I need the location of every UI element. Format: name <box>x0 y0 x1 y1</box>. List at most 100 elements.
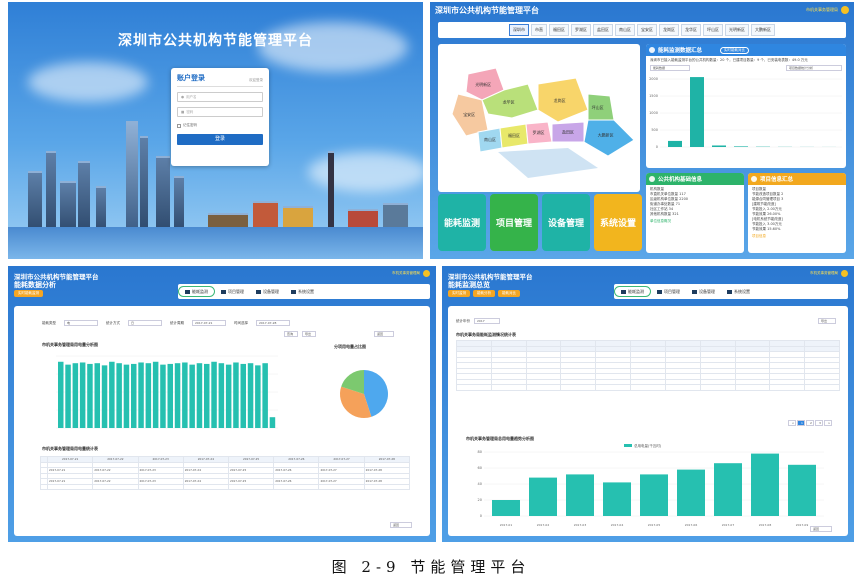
username-field[interactable]: ● 用户名 <box>177 92 263 102</box>
y-tick-label: 1000 <box>649 111 658 115</box>
x-tick-label: 2017-08 <box>759 523 772 527</box>
district-tab[interactable]: 坪山区 <box>703 24 723 36</box>
login-title: 深圳市公共机构节能管理平台 <box>118 33 313 49</box>
pager-button[interactable]: 2 <box>806 420 814 426</box>
district-tabs: 深圳市 市直 福田区 罗湖区 盐田区 南山区 宝安区 龙岗区 龙华区 坪山区 光明新区 大鹏新区 <box>438 22 846 38</box>
pager: <1 2 3 > <box>788 420 832 426</box>
overview-body: 统计年份 2017 导出 市机关事务局能耗监测情况统计表 <1 2 3 > 市机关事务… <box>448 306 848 536</box>
analysis-button[interactable]: 能耗分析 <box>473 290 495 297</box>
nav-tab[interactable]: 能耗监测 <box>614 286 651 297</box>
module-tile[interactable]: 设备管理 <box>542 194 590 251</box>
query-button[interactable]: 查询 <box>284 331 298 337</box>
module-tile[interactable]: 系统设置 <box>594 194 642 251</box>
trend-bar <box>788 464 816 516</box>
nav-tab-label: 项目管理 <box>664 288 680 294</box>
filter-select[interactable]: 电 <box>64 320 98 326</box>
electricity-bar <box>233 362 239 428</box>
electricity-bar <box>225 364 232 428</box>
map-region-label: 南山区 <box>484 136 496 142</box>
realtime-button[interactable]: 实时能耗监测 <box>14 290 43 297</box>
district-tab[interactable]: 盐田区 <box>593 24 613 36</box>
district-tab[interactable]: 光明新区 <box>725 24 749 36</box>
realtime-compare-button[interactable]: 实时能耗对比 <box>720 46 750 54</box>
return-button[interactable]: 返回 <box>374 331 394 337</box>
project-card-title: 项目信息汇总 <box>760 177 794 183</box>
filter-select[interactable]: 2017-07-28 <box>256 320 290 326</box>
table-cell <box>560 384 597 391</box>
project-link[interactable]: 项目信息 <box>748 234 846 239</box>
district-tab[interactable]: 龙华区 <box>681 24 701 36</box>
map-region-label: 罗湖区 <box>533 129 545 135</box>
district-tab[interactable]: 大鹏新区 <box>751 24 775 36</box>
nav-icon <box>256 289 261 294</box>
electricity-bar <box>116 363 122 428</box>
electricity-bar <box>87 363 93 428</box>
info-link[interactable]: 单位信息概况 <box>646 219 744 224</box>
monitor-table <box>456 340 840 391</box>
login-button[interactable]: 登录 <box>177 134 263 145</box>
district-tab[interactable]: 南山区 <box>615 24 635 36</box>
user-label: 市机关事务管理局 <box>392 271 420 275</box>
monitor-card: 能耗监测数据汇总 实时能耗对比 深圳市已接入能耗监测平台的公共机构数量：20 个… <box>646 44 846 168</box>
district-tab[interactable]: 宝安区 <box>637 24 657 36</box>
nav-icon <box>692 289 697 294</box>
nav-tab[interactable]: 系统设置 <box>285 284 320 299</box>
map-region[interactable] <box>583 119 635 157</box>
table-cell <box>456 384 492 391</box>
remember-checkbox[interactable]: 记住密码 <box>177 123 263 128</box>
export-button[interactable]: 导出 <box>302 331 316 337</box>
monitor-bar <box>734 146 748 147</box>
nav-tab[interactable]: 设备管理 <box>686 284 721 299</box>
avatar[interactable] <box>841 6 849 14</box>
table-row <box>39 483 411 490</box>
module-tile-label: 能耗监测 <box>443 219 480 229</box>
pager-button[interactable]: < <box>788 420 796 426</box>
nav-tab[interactable]: 项目管理 <box>215 284 250 299</box>
avatar[interactable] <box>423 270 430 277</box>
electricity-bar <box>145 363 152 428</box>
trend-bar <box>751 453 779 516</box>
user-icon: ● <box>181 95 185 99</box>
trend-bar <box>677 469 705 516</box>
filter-select[interactable]: 2017-07-21 <box>192 320 226 326</box>
module-tile[interactable]: 能耗监测 <box>438 194 486 251</box>
pager-button[interactable]: 3 <box>815 420 823 426</box>
map-region-label: 坪山区 <box>592 104 604 110</box>
table-cell <box>47 483 94 490</box>
avatar[interactable] <box>841 270 848 277</box>
table-cell <box>804 384 840 391</box>
table-title: 市机关事务局能耗监测情况统计表 <box>456 332 516 337</box>
nav-tab-label: 系统设置 <box>298 288 314 294</box>
nav-tab[interactable]: 项目管理 <box>651 284 686 299</box>
export-button[interactable]: 导出 <box>818 318 836 324</box>
compare-button[interactable]: 能耗对比 <box>498 290 520 297</box>
district-tab[interactable]: 市直 <box>531 24 547 36</box>
district-tab[interactable]: 深圳市 <box>509 24 529 36</box>
pager-button[interactable]: 1 <box>797 420 805 426</box>
module-tile[interactable]: 项目管理 <box>490 194 538 251</box>
legend-label: 总用电量(千瓦时) <box>634 443 662 448</box>
map-region-label: 龙华区 <box>503 99 515 105</box>
table-cell <box>769 384 806 391</box>
back-button[interactable]: 返回 <box>390 522 412 528</box>
district-tab[interactable]: 福田区 <box>549 24 569 36</box>
password-field[interactable]: ■ 密码 <box>177 107 263 117</box>
filter-select[interactable]: 日 <box>128 320 162 326</box>
year-select[interactable]: 2017 <box>474 318 500 324</box>
main-nav: 能耗监测 项目管理 设备管理 系统设置 <box>178 284 430 299</box>
trend-bar <box>603 482 631 516</box>
district-tab[interactable]: 罗湖区 <box>571 24 591 36</box>
nav-tab[interactable]: 系统设置 <box>721 284 756 299</box>
realtime-button[interactable]: 实时监测 <box>448 290 470 297</box>
back-button[interactable]: 返回 <box>810 526 832 532</box>
map-region-label: 龙岗区 <box>554 97 566 103</box>
user-label: 市机关事务管理局 <box>810 271 838 275</box>
user-label: 市机关事务管理局 <box>806 7 838 12</box>
nav-tab[interactable]: 能耗监测 <box>178 286 215 297</box>
pager-button[interactable]: > <box>824 420 832 426</box>
bar-chart-title: 市机关事务管理局用电量分析图 <box>42 342 98 347</box>
y-tick-label: 500 <box>651 128 658 132</box>
electricity-bar <box>189 364 195 428</box>
nav-tab[interactable]: 设备管理 <box>250 284 285 299</box>
district-tab[interactable]: 龙岗区 <box>659 24 679 36</box>
